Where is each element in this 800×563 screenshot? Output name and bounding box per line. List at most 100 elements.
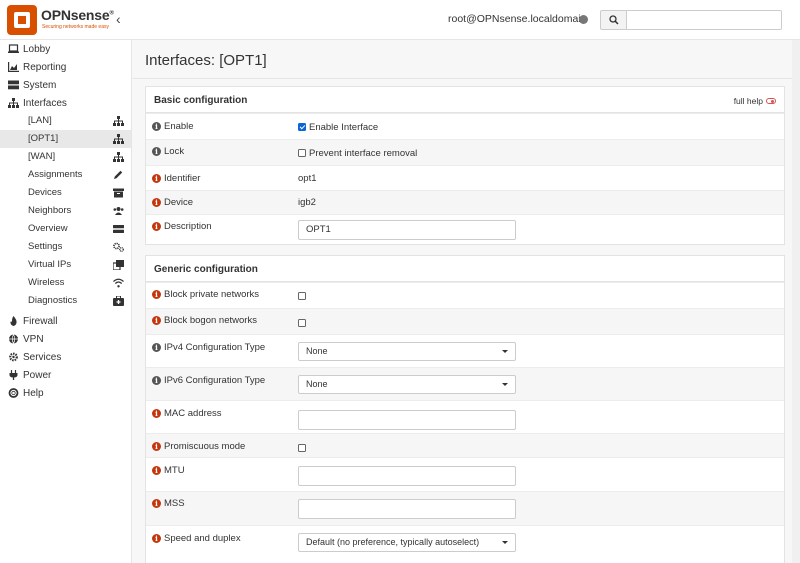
- sidebar-item-settings[interactable]: Settings: [0, 238, 131, 256]
- info-icon[interactable]: i: [152, 122, 161, 131]
- sidebar-item-help[interactable]: Help: [0, 384, 131, 402]
- medkit-icon: [113, 296, 124, 306]
- clone-icon: [113, 260, 124, 270]
- sidebar-item-label: Interfaces: [23, 97, 67, 109]
- top-navbar: OPNsense® Securing networks made easy ‹ …: [0, 0, 800, 40]
- ipv6-type-select[interactable]: None: [298, 375, 516, 394]
- sidebar-item-overview[interactable]: Overview: [0, 220, 131, 238]
- field-label: Lock: [164, 146, 185, 157]
- select-value: None: [306, 379, 328, 389]
- description-input[interactable]: OPT1: [298, 220, 516, 240]
- block-bogon-checkbox[interactable]: [298, 319, 306, 327]
- panel-heading: Generic configuration: [154, 264, 258, 275]
- block-private-row: i Block private networks: [146, 282, 784, 308]
- full-help-label: full help: [733, 96, 763, 106]
- user-account-link[interactable]: root@OPNsense.localdomain: [448, 13, 586, 25]
- mss-input[interactable]: [298, 499, 516, 519]
- sidebar-item-label: [LAN]: [28, 115, 52, 126]
- promiscuous-row: i Promiscuous mode: [146, 433, 784, 457]
- sidebar-item-wireless[interactable]: Wireless: [0, 274, 131, 292]
- info-icon[interactable]: i: [152, 147, 161, 156]
- field-label: IPv4 Configuration Type: [164, 342, 266, 353]
- block-bogon-row: i Block bogon networks: [146, 308, 784, 334]
- sidebar-item-label: [OPT1]: [28, 133, 59, 144]
- page-scrollbar[interactable]: [792, 40, 800, 563]
- promiscuous-checkbox[interactable]: [298, 444, 306, 452]
- sidebar-item-vpn[interactable]: VPN: [0, 330, 131, 348]
- sidebar-item-interfaces[interactable]: Interfaces: [0, 94, 131, 112]
- mtu-row: i MTU: [146, 457, 784, 491]
- field-label: Block bogon networks: [164, 315, 257, 326]
- checkbox-label[interactable]: Prevent interface removal: [309, 148, 417, 159]
- sidebar-item-reporting[interactable]: Reporting: [0, 58, 131, 76]
- collapse-sidebar-button[interactable]: ‹: [116, 11, 121, 27]
- sidebar-item-label: Neighbors: [28, 205, 72, 216]
- enable-interface-checkbox[interactable]: [298, 123, 306, 131]
- panel-heading: Basic configuration: [154, 95, 248, 106]
- checkbox-label[interactable]: Enable Interface: [309, 122, 378, 133]
- info-icon[interactable]: i: [152, 409, 161, 418]
- sidebar-item-label: Diagnostics: [28, 295, 78, 306]
- life-ring-icon: [8, 388, 19, 398]
- speed-duplex-select[interactable]: Default (no preference, typically autose…: [298, 533, 516, 552]
- field-label: Device: [164, 197, 194, 208]
- sidebar-item-diagnostics[interactable]: Diagnostics: [0, 292, 131, 310]
- sidebar-item-virtual-ips[interactable]: Virtual IPs: [0, 256, 131, 274]
- info-icon[interactable]: i: [152, 343, 161, 352]
- plug-icon: [9, 370, 18, 380]
- field-label: IPv6 Configuration Type: [164, 375, 266, 386]
- search-icon: [608, 15, 619, 25]
- sitemap-icon: [113, 134, 124, 144]
- info-icon[interactable]: i: [152, 442, 161, 451]
- status-indicator-icon[interactable]: [579, 15, 588, 24]
- info-icon[interactable]: i: [152, 376, 161, 385]
- sidebar-item-wan[interactable]: [WAN]: [0, 148, 131, 166]
- sidebar-item-lan[interactable]: [LAN]: [0, 112, 131, 130]
- sidebar-item-label: Firewall: [23, 315, 58, 327]
- sidebar-item-assignments[interactable]: Assignments: [0, 166, 131, 184]
- panel-header: Generic configuration: [146, 256, 784, 282]
- wifi-icon: [113, 278, 124, 288]
- info-icon[interactable]: i: [152, 290, 161, 299]
- brand-tagline: Securing networks made easy: [42, 24, 109, 30]
- info-icon[interactable]: i: [152, 499, 161, 508]
- sidebar-item-label: VPN: [23, 333, 44, 345]
- mtu-input[interactable]: [298, 466, 516, 486]
- globe-icon: [9, 334, 18, 344]
- opnsense-logo[interactable]: OPNsense® Securing networks made easy: [7, 5, 114, 35]
- sidebar-item-label: Virtual IPs: [28, 259, 72, 270]
- search-button[interactable]: [600, 10, 626, 30]
- info-icon[interactable]: i: [152, 316, 161, 325]
- ipv4-type-select[interactable]: None: [298, 342, 516, 361]
- sidebar-item-lobby[interactable]: Lobby: [0, 40, 131, 58]
- block-private-checkbox[interactable]: [298, 292, 306, 300]
- cog-icon: [9, 352, 18, 362]
- sidebar-item-opt1[interactable]: [OPT1]: [0, 130, 131, 148]
- sidebar-item-neighbors[interactable]: Neighbors: [0, 202, 131, 220]
- info-icon[interactable]: i: [152, 466, 161, 475]
- sidebar-item-devices[interactable]: Devices: [0, 184, 131, 202]
- sidebar-item-services[interactable]: Services: [0, 348, 131, 366]
- sitemap-icon: [8, 98, 19, 108]
- sidebar-item-label: System: [23, 79, 57, 91]
- field-label: Promiscuous mode: [164, 441, 246, 452]
- select-value: Default (no preference, typically autose…: [306, 537, 480, 547]
- sidebar-item-power[interactable]: Power: [0, 366, 131, 384]
- prevent-removal-checkbox[interactable]: [298, 149, 306, 157]
- info-icon[interactable]: i: [152, 198, 161, 207]
- mac-address-input[interactable]: [298, 410, 516, 430]
- field-label: Block private networks: [164, 289, 260, 300]
- sidebar: Lobby Reporting System Interfaces [LAN] …: [0, 40, 132, 563]
- search-input[interactable]: [626, 10, 782, 30]
- info-icon[interactable]: i: [152, 222, 161, 231]
- laptop-icon: [8, 44, 19, 53]
- full-help-toggle[interactable]: full help: [734, 96, 776, 106]
- area-chart-icon: [8, 62, 19, 72]
- info-icon[interactable]: i: [152, 534, 161, 543]
- sidebar-item-system[interactable]: System: [0, 76, 131, 94]
- identifier-value: opt1: [298, 173, 317, 184]
- info-icon[interactable]: i: [152, 174, 161, 183]
- caret-down-icon: [502, 350, 508, 353]
- sidebar-item-label: Services: [23, 351, 62, 363]
- sidebar-item-firewall[interactable]: Firewall: [0, 312, 131, 330]
